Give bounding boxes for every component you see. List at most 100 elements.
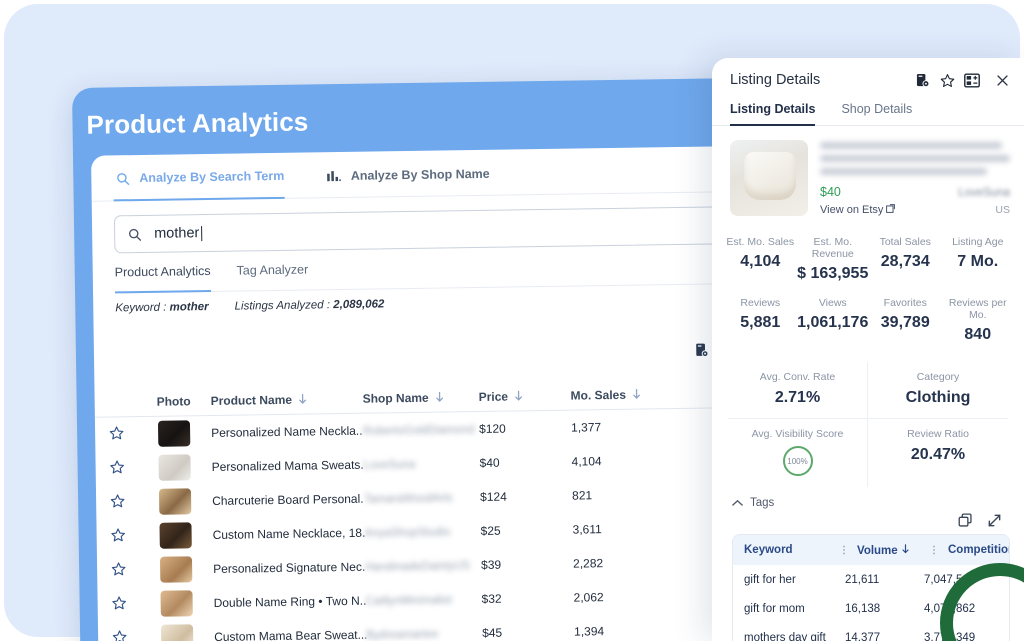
stat-label: Reviews per Mo.: [948, 297, 1007, 321]
stat-label: Reviews: [740, 297, 781, 309]
row-price: $45: [482, 625, 503, 640]
search-input[interactable]: mother: [113, 205, 775, 254]
tab-analyze-by-shop-name[interactable]: Analyze By Shop Name: [324, 150, 504, 199]
favorite-star-icon[interactable]: [95, 425, 137, 444]
row-price: $40: [479, 455, 500, 470]
stat-label: Favorites: [883, 297, 927, 309]
product-analytics-card: Product Analytics Analyze By Search Term: [72, 77, 781, 641]
favorite-star-icon[interactable]: [96, 493, 138, 512]
listing-details-panel: Listing Details Listing Details Shop Det…: [712, 58, 1024, 641]
tab-analyze-by-search-term-label: Analyze By Search Term: [139, 168, 285, 186]
metric-item: Avg. Visibility Score 100%: [728, 419, 868, 487]
listing-price: $40: [820, 185, 841, 199]
row-product-name[interactable]: Double Name Ring • Two N...: [214, 594, 366, 610]
row-product-name[interactable]: Custom Mama Bear Sweat...: [214, 628, 366, 641]
tag-volume: 21,611: [845, 573, 880, 586]
sort-desc-icon: [632, 388, 642, 400]
table-col-product-name[interactable]: Product Name: [211, 391, 363, 407]
row-product-name[interactable]: Personalized Name Neckla...: [211, 424, 363, 440]
metric-value: 2.71%: [774, 389, 821, 406]
table-body: Personalized Name Neckla... RobertoGoldDi…: [95, 407, 781, 641]
row-photo-cell[interactable]: [138, 488, 212, 515]
save-listing-icon[interactable]: [916, 73, 931, 88]
row-product-name[interactable]: Personalized Mama Sweats...: [212, 458, 364, 474]
search-area: mother: [92, 191, 781, 254]
listing-stats-grid: Est. Mo. Sales 4,104 Est. Mo. Revenue $ 163…: [712, 222, 1024, 352]
tab-tag-analyzer[interactable]: Tag Analyzer: [237, 263, 309, 291]
stat-item: Views 1,061,176: [797, 293, 870, 352]
favorite-star-icon[interactable]: [97, 527, 139, 546]
stat-item: Est. Mo. Sales 4,104: [724, 232, 797, 291]
tags-table-row[interactable]: gift for mom 16,138 4,073,862: [733, 594, 1009, 623]
external-link-icon: [886, 204, 896, 213]
stat-item: Est. Mo. Revenue $ 163,955: [797, 232, 870, 291]
metric-value: 20.47%: [910, 446, 966, 463]
tags-col-competition[interactable]: Competition: [939, 544, 1009, 556]
close-icon[interactable]: [995, 73, 1010, 88]
tags-table-header-row: Keyword ⋮ Volume ⋮ Competition ⋮: [733, 535, 1009, 565]
tab-shop-details[interactable]: Shop Details: [841, 102, 912, 125]
row-price: $120: [478, 421, 506, 436]
tags-col-volume-menu-icon[interactable]: ⋮: [929, 545, 939, 556]
row-photo-cell[interactable]: [140, 624, 214, 641]
row-photo-cell[interactable]: [139, 590, 213, 617]
row-photo-cell[interactable]: [137, 454, 211, 481]
sub-tabs: Product Analytics Tag Analyzer: [114, 255, 775, 294]
favorite-star-icon[interactable]: [97, 561, 139, 580]
result-meta: Keyword : mother Listings Analyzed : 2,0…: [115, 292, 781, 314]
row-shop-name: AnyaShopStudio: [364, 526, 451, 540]
product-thumbnail: [160, 624, 194, 641]
row-mo-sales: 821: [571, 488, 593, 503]
tags-table-body: gift for her 21,611 7,047,568 gift for mom 1…: [733, 565, 1009, 641]
row-price: $25: [480, 523, 501, 538]
tags-table-row[interactable]: mothers day gift 14,377 3,770,349: [733, 623, 1009, 641]
search-icon: [115, 171, 130, 186]
compare-grid-icon[interactable]: [964, 72, 980, 88]
metric-item: Avg. Conv. Rate 2.71%: [728, 362, 868, 419]
tags-section-label: Tags: [750, 497, 775, 509]
tags-table-row[interactable]: gift for her 21,611 7,047,568: [733, 565, 1009, 594]
listing-shop-name: LoveSuna: [958, 187, 1010, 199]
row-photo-cell[interactable]: [137, 420, 211, 447]
copy-icon[interactable]: [958, 513, 973, 528]
learn-book-icon[interactable]: [695, 343, 709, 358]
listing-thumbnail[interactable]: [730, 140, 808, 216]
table-col-mo-sales[interactable]: Mo. Sales: [571, 387, 681, 402]
metric-value: Clothing: [905, 389, 971, 406]
star-icon[interactable]: [940, 73, 955, 88]
tab-analyze-by-search-term[interactable]: Analyze By Search Term: [113, 153, 299, 202]
stat-item: Reviews per Mo. 840: [942, 293, 1015, 352]
table-col-shop-name[interactable]: Shop Name: [363, 390, 479, 405]
stat-value: 39,789: [880, 314, 930, 331]
analytics-inner-panel: Analyze By Search Term Analyze By Shop N…: [91, 145, 781, 641]
stat-label: Total Sales: [879, 236, 931, 248]
expand-icon[interactable]: [987, 513, 1002, 528]
tab-product-analytics[interactable]: Product Analytics: [115, 264, 211, 292]
favorite-star-icon[interactable]: [98, 595, 140, 614]
product-thumbnail: [160, 590, 193, 617]
row-product-name[interactable]: Charcuterie Board Personal...: [212, 492, 364, 508]
tab-listing-details[interactable]: Listing Details: [730, 102, 816, 126]
view-on-etsy-link[interactable]: View on Etsy: [820, 204, 896, 216]
row-product-name[interactable]: Custom Name Necklace, 18...: [213, 526, 365, 542]
row-photo-cell[interactable]: [139, 556, 213, 583]
favorite-star-icon[interactable]: [98, 629, 140, 641]
metric-label: Category: [916, 371, 960, 383]
row-price: $124: [480, 489, 507, 504]
tags-col-keyword-menu-icon[interactable]: ⋮: [839, 545, 849, 556]
metric-label: Avg. Visibility Score: [751, 428, 844, 440]
tags-col-keyword[interactable]: Keyword: [733, 544, 837, 556]
tags-col-volume[interactable]: Volume: [849, 543, 927, 557]
table-col-favorite: [95, 402, 137, 403]
row-photo-cell[interactable]: [138, 522, 212, 549]
stat-value: $ 163,955: [797, 265, 869, 282]
favorite-star-icon[interactable]: [96, 459, 138, 478]
metric-item: Review Ratio 20.47%: [868, 419, 1008, 487]
stat-value: 7 Mo.: [957, 253, 999, 270]
row-shop-name: LoveSuna: [363, 458, 416, 472]
tags-keyword-table: Keyword ⋮ Volume ⋮ Competition ⋮ gi: [732, 534, 1010, 641]
table-col-price[interactable]: Price: [479, 388, 571, 404]
listing-details-title: Listing Details: [730, 72, 821, 88]
row-product-name[interactable]: Personalized Signature Nec...: [213, 560, 365, 576]
tags-section-toggle[interactable]: Tags: [712, 487, 1024, 509]
